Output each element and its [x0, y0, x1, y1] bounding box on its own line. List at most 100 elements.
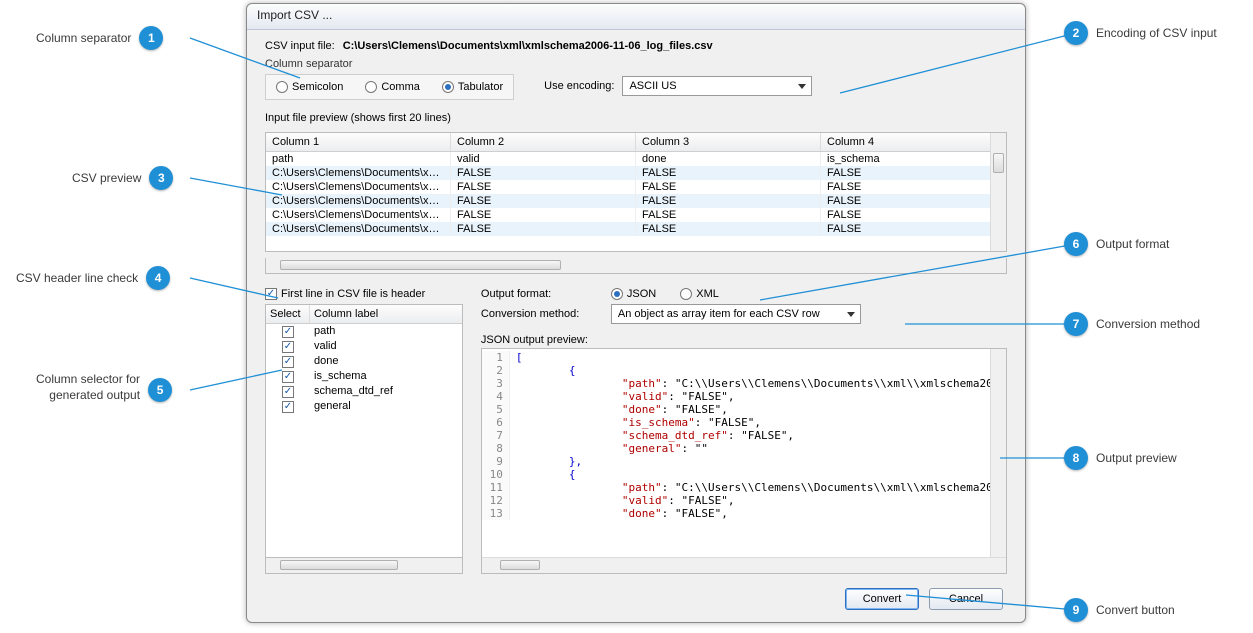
csv-preview-row[interactable]: C:\Users\Clemens\Documents\xml\x... FALSE…	[266, 180, 1006, 194]
csv-column-header[interactable]: Column 4	[821, 133, 1006, 151]
csv-preview-header: Column 1Column 2Column 3Column 4	[266, 133, 1006, 152]
csv-column-header[interactable]: Column 2	[451, 133, 636, 151]
callout-text: Column selector for generated output	[36, 372, 140, 403]
callout-text-line1: Column selector for	[36, 372, 140, 386]
callout-text: Column separator	[36, 31, 131, 45]
radio-json[interactable]: JSON	[611, 288, 656, 300]
column-checkbox[interactable]	[266, 400, 310, 413]
radio-label: XML	[696, 288, 719, 300]
csv-preview-cell: FALSE	[636, 194, 821, 208]
callout-number-icon: 4	[146, 266, 170, 290]
column-selector-panel: First line in CSV file is header Select …	[265, 288, 463, 574]
callout-3: 3 CSV preview	[72, 166, 173, 190]
callout-text: Output format	[1096, 237, 1169, 251]
callout-number-icon: 2	[1064, 21, 1088, 45]
json-line-content: },	[516, 455, 582, 468]
column-list-head-label: Column label	[310, 305, 462, 323]
csv-column-header[interactable]: Column 1	[266, 133, 451, 151]
lower-area: First line in CSV file is header Select …	[265, 288, 1007, 574]
radio-xml[interactable]: XML	[680, 288, 719, 300]
csv-preview-row[interactable]: C:\Users\Clemens\Documents\xml\x... FALSE…	[266, 194, 1006, 208]
checkbox-icon	[282, 401, 294, 413]
convert-button[interactable]: Convert	[845, 588, 919, 610]
radio-comma[interactable]: Comma	[365, 81, 420, 93]
csv-preview-row[interactable]: pathvaliddoneis_schema	[266, 152, 1006, 166]
radio-icon	[680, 288, 692, 300]
csv-column-header[interactable]: Column 3	[636, 133, 821, 151]
column-item[interactable]: schema_dtd_ref	[266, 384, 462, 399]
column-item[interactable]: valid	[266, 339, 462, 354]
json-line: 1[	[482, 351, 1006, 364]
csv-preview-cell: path	[266, 152, 451, 166]
csv-preview-cell: C:\Users\Clemens\Documents\xml\x...	[266, 194, 451, 208]
conversion-label: Conversion method:	[481, 308, 601, 320]
callout-text: Convert button	[1096, 603, 1175, 617]
json-hscrollbar[interactable]	[482, 557, 1006, 573]
callout-text-line2: generated output	[49, 388, 140, 402]
radio-icon	[365, 81, 377, 93]
column-checkbox[interactable]	[266, 355, 310, 368]
csv-preview-cell: FALSE	[636, 166, 821, 180]
column-checkbox[interactable]	[266, 385, 310, 398]
json-line: 13 "done": "FALSE",	[482, 507, 1006, 520]
json-line: 8 "general": ""	[482, 442, 1006, 455]
json-line-number: 11	[482, 481, 510, 494]
json-vscrollbar[interactable]	[990, 349, 1006, 557]
cancel-button[interactable]: Cancel	[929, 588, 1003, 610]
column-label: path	[310, 325, 462, 338]
json-line-number: 1	[482, 351, 510, 364]
column-checkbox[interactable]	[266, 370, 310, 383]
callout-9: 9 Convert button	[1064, 598, 1175, 622]
callout-text: CSV preview	[72, 171, 141, 185]
json-line: 2 {	[482, 364, 1006, 377]
csv-preview-cell: FALSE	[636, 208, 821, 222]
json-line-content: "path": "C:\\Users\\Clemens\\Documents\\…	[516, 377, 1006, 390]
checkbox-icon	[282, 356, 294, 368]
checkbox-icon	[282, 326, 294, 338]
column-item[interactable]: done	[266, 354, 462, 369]
file-label: CSV input file:	[265, 40, 335, 52]
column-item[interactable]: general	[266, 399, 462, 414]
csv-preview-row[interactable]: C:\Users\Clemens\Documents\xml\x... FALSE…	[266, 208, 1006, 222]
json-line-content: "done": "FALSE",	[516, 403, 728, 416]
checkbox-icon	[282, 341, 294, 353]
csv-preview-row[interactable]: C:\Users\Clemens\Documents\xml\x...FALSE…	[266, 166, 1006, 180]
json-line-content: "is_schema": "FALSE",	[516, 416, 761, 429]
column-checkbox[interactable]	[266, 340, 310, 353]
radio-semicolon[interactable]: Semicolon	[276, 81, 343, 93]
csv-preview-cell: C:\Users\Clemens\Documents\xml\x...	[266, 222, 451, 236]
callout-text: Output preview	[1096, 451, 1177, 465]
header-line-checkbox[interactable]: First line in CSV file is header	[265, 288, 463, 300]
checkbox-icon	[282, 386, 294, 398]
file-row: CSV input file: C:\Users\Clemens\Documen…	[265, 40, 1007, 52]
json-line-number: 6	[482, 416, 510, 429]
column-item[interactable]: path	[266, 324, 462, 339]
radio-tabulator[interactable]: Tabulator	[442, 81, 503, 93]
preview-vscrollbar[interactable]	[990, 133, 1006, 251]
csv-preview-row[interactable]: C:\Users\Clemens\Documents\xml\x...FALSE…	[266, 222, 1006, 236]
column-list-hscrollbar[interactable]	[265, 558, 463, 574]
json-line-number: 13	[482, 507, 510, 520]
csv-preview-cell: C:\Users\Clemens\Documents\xml\x...	[266, 180, 451, 194]
csv-preview-cell: is_schema	[821, 152, 1006, 166]
csv-preview-cell: FALSE	[821, 180, 1006, 194]
file-path: C:\Users\Clemens\Documents\xml\xmlschema…	[343, 40, 713, 52]
callout-5: 5 Column selector for generated output	[36, 372, 172, 403]
conversion-select[interactable]: An object as array item for each CSV row	[611, 304, 861, 324]
json-line-content: "general": ""	[516, 442, 708, 455]
csv-preview-cell: FALSE	[636, 222, 821, 236]
radio-icon	[276, 81, 288, 93]
json-line: 5 "done": "FALSE",	[482, 403, 1006, 416]
preview-hscrollbar[interactable]	[265, 258, 1007, 274]
column-item[interactable]: is_schema	[266, 369, 462, 384]
encoding-select[interactable]: ASCII US	[622, 76, 812, 96]
callout-number-icon: 9	[1064, 598, 1088, 622]
column-list-header: Select Column label	[266, 305, 462, 324]
csv-preview-cell: C:\Users\Clemens\Documents\xml\x...	[266, 208, 451, 222]
csv-preview-cell: FALSE	[451, 222, 636, 236]
csv-preview-cell: FALSE	[821, 166, 1006, 180]
json-line: 6 "is_schema": "FALSE",	[482, 416, 1006, 429]
import-csv-dialog: Import CSV ... CSV input file: C:\Users\…	[246, 3, 1026, 623]
json-line: 12 "valid": "FALSE",	[482, 494, 1006, 507]
column-checkbox[interactable]	[266, 325, 310, 338]
